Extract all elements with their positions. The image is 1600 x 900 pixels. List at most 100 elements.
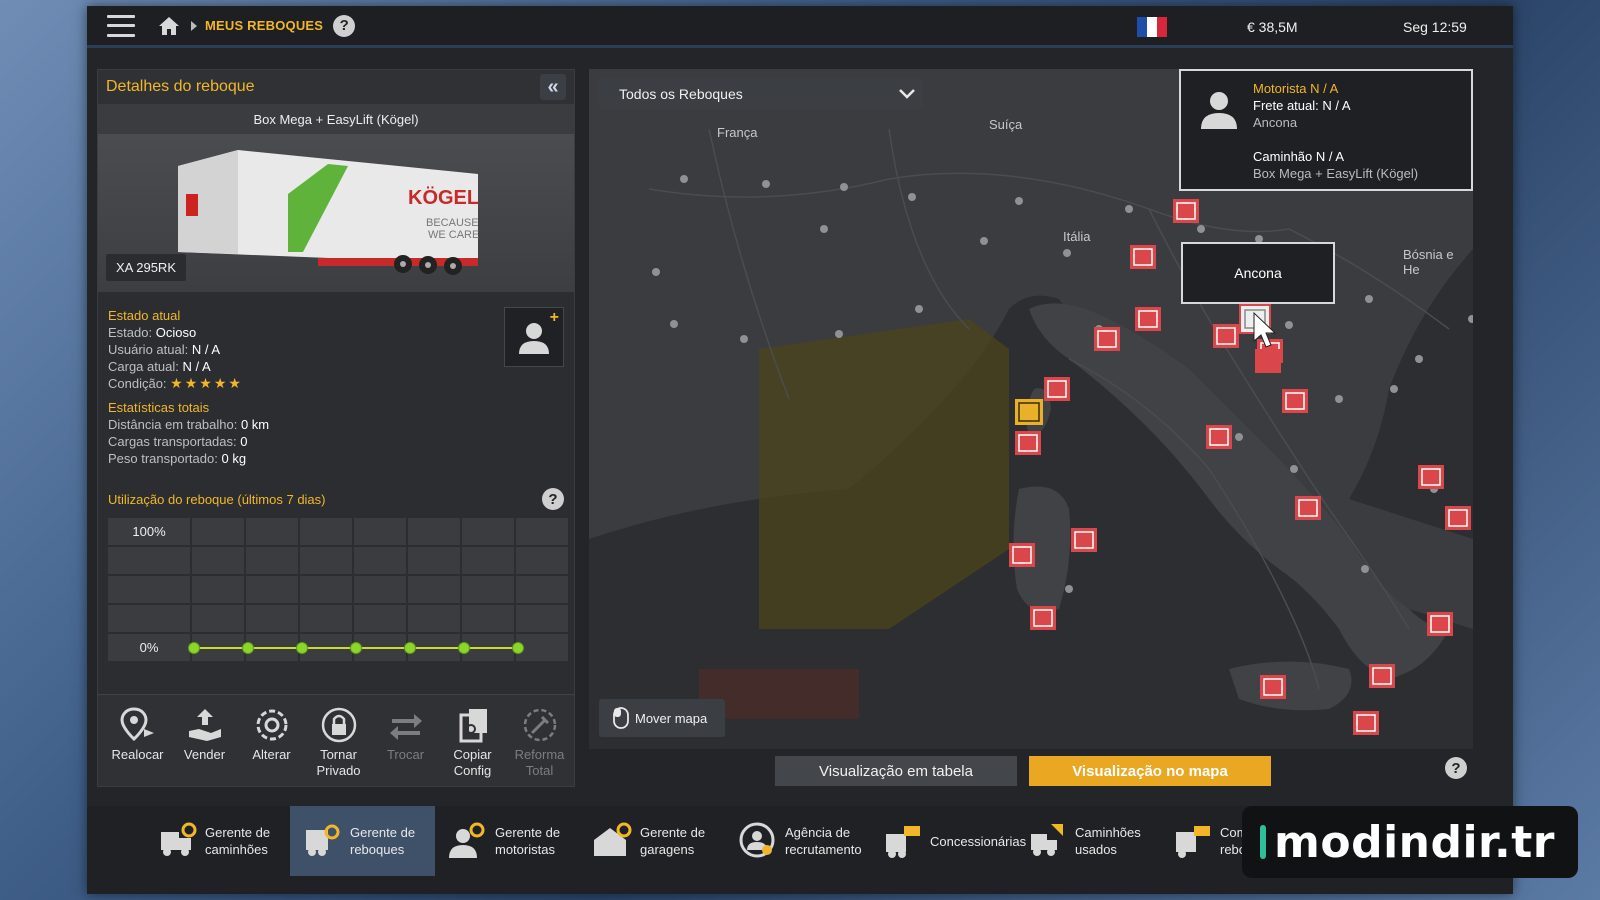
swap-label: Trocar [386,747,425,762]
util-grid-cell [300,547,352,574]
details-header: Detalhes do reboque « [98,70,574,104]
nav-garage-manager-label: Gerente de garagens [640,825,706,857]
nav-used-trucks[interactable]: Caminhões usados [1015,806,1160,876]
trailer-name: Box Mega + EasyLift (Kögel) [98,104,574,134]
lock-icon [321,707,356,743]
util-grid-cell [192,547,244,574]
sell-icon [188,709,221,741]
make-private-label: Tornar Privado [316,747,361,778]
view-help-icon[interactable]: ? [1445,757,1467,779]
garage-marker[interactable] [1094,327,1120,351]
dropdown-toggle[interactable] [891,79,923,109]
garage-marker[interactable] [1130,245,1156,269]
city-tooltip: Ancona [1181,242,1335,304]
garage-marker[interactable] [1206,425,1232,449]
overhaul-button[interactable]: Reforma Total [506,695,573,786]
overhaul-label: Reforma Total [514,747,565,778]
swap-button[interactable]: Trocar [372,695,439,786]
garage-marker[interactable] [1030,606,1056,630]
modify-label: Alterar [252,747,291,762]
garage-marker[interactable] [1009,543,1035,567]
app-window: MEUS REBOQUES ? € 38,5M Seg 12:59 Detalh… [87,6,1513,894]
condition-label: Condição: [108,376,167,391]
table-view-button[interactable]: Visualização em tabela [775,756,1017,786]
nav-dealers[interactable]: Concessionárias [870,806,1026,876]
state-label: Estado: [108,325,153,340]
map-label-suica: Suíça [989,117,1023,132]
home-icon[interactable] [157,14,181,38]
utilization-help-icon[interactable]: ? [542,488,564,510]
util-grid-cell [108,547,190,574]
util-grid-cell [300,605,352,632]
garage-marker[interactable] [1427,612,1453,636]
user-row: Usuário atual: N / A [108,341,269,358]
move-map-hint: Mover mapa [599,699,725,737]
current-trailer-marker[interactable] [1015,399,1043,425]
current-state-title: Estado atual [108,308,181,323]
condition-row: Condição: ★★★★★ [108,375,269,392]
garage-marker[interactable] [1255,349,1281,373]
assign-driver-button[interactable]: + [504,307,564,367]
nav-trailer-manager[interactable]: Gerente de reboques [290,806,435,876]
distance-label: Distância em trabalho: [108,417,238,432]
chevron-down-icon [899,89,915,99]
nav-recruitment[interactable]: Agência de recrutamento [725,806,870,876]
nav-truck-manager[interactable]: Gerente de caminhões [145,806,290,876]
garage-marker[interactable] [1369,664,1395,688]
util-grid-cell [300,518,352,545]
copy-config-button[interactable]: Copiar Config [439,695,506,786]
details-title: Detalhes do reboque [106,78,255,95]
garage-marker[interactable] [1295,496,1321,520]
breadcrumb[interactable]: MEUS REBOQUES [205,18,323,33]
collapse-panel-button[interactable]: « [540,74,566,100]
garage-marker[interactable] [1445,506,1471,530]
driver-info-card: Motorista N / A Frete atual: N / A Ancon… [1179,69,1473,191]
modify-button[interactable]: Alterar [238,695,305,786]
game-clock: Seg 12:59 [1403,19,1467,35]
cargo-label: Carga atual: [108,359,179,374]
nav-trailer-manager-label: Gerente de reboques [350,825,416,857]
trailer-filter-dropdown[interactable]: Todos os Reboques [599,79,921,109]
info-city: Ancona [1253,115,1298,130]
nav-recruitment-label: Agência de recrutamento [785,825,862,857]
relocate-button[interactable]: Realocar [104,695,171,786]
util-grid-cell [108,605,190,632]
info-truck: Caminhão N / A [1253,149,1345,164]
garage-marker[interactable] [1071,528,1097,552]
garage-marker[interactable] [1135,307,1161,331]
util-grid-cell [408,518,460,545]
garage-marker[interactable] [1044,377,1070,401]
nav-truck-manager-label: Gerente de caminhões [205,825,271,857]
menu-icon[interactable] [107,14,135,37]
garage-marker[interactable] [1418,465,1444,489]
svg-text:WE CARE: WE CARE [428,229,479,241]
util-bottom-label: 0% [139,640,159,655]
map-label-italia: Itália [1063,229,1091,244]
watermark-text: modindir.tr [1274,816,1555,868]
garage-marker[interactable] [1015,431,1041,455]
watermark-bar [1260,825,1266,859]
mouse-icon [613,707,629,729]
help-icon[interactable]: ? [333,14,356,37]
make-private-button[interactable]: Tornar Privado [305,695,372,786]
util-grid-cell [246,576,298,603]
info-freight: Frete atual: N / A [1253,98,1351,113]
svg-text:KÖGEL: KÖGEL [408,186,479,209]
map-panel[interactable]: França Suíça Itália Bósnia e He Todos os… [589,69,1473,749]
top-bar: MEUS REBOQUES ? € 38,5M Seg 12:59 [87,6,1513,48]
map-view-button[interactable]: Visualização no mapa [1029,756,1271,786]
garage-marker[interactable] [1282,389,1308,413]
garage-marker[interactable] [1353,711,1379,735]
nav-driver-manager[interactable]: Gerente de motoristas [435,806,580,876]
garage-marker[interactable] [1260,675,1286,699]
util-data-point [350,642,362,654]
garage-marker[interactable] [1173,199,1199,223]
sell-button[interactable]: Vender [171,695,238,786]
copy-config-label: Copiar Config [453,747,492,778]
util-grid-cell [192,605,244,632]
sell-label: Vender [183,747,226,762]
garage-marker[interactable] [1213,324,1239,348]
util-grid-cell [300,576,352,603]
nav-garage-manager[interactable]: Gerente de garagens [580,806,725,876]
util-data-point [404,642,416,654]
